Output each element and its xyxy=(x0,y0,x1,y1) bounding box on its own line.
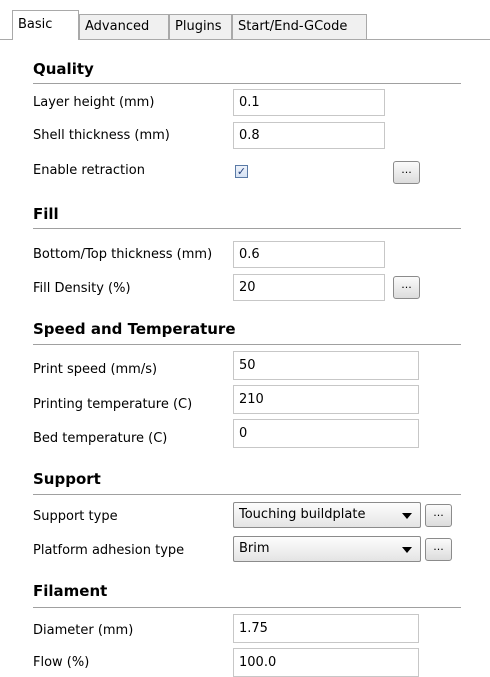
tab-bar: Basic Advanced Plugins Start/End-GCode xyxy=(0,0,490,40)
chevron-down-icon xyxy=(402,547,412,553)
fill-density-input[interactable] xyxy=(233,274,385,301)
section-title-speed-temperature: Speed and Temperature xyxy=(33,320,236,338)
shell-thickness-input[interactable] xyxy=(233,122,385,149)
tab-plugins[interactable]: Plugins xyxy=(169,14,232,39)
section-title-support: Support xyxy=(33,470,101,488)
tab-start-end-gcode[interactable]: Start/End-GCode xyxy=(232,14,367,39)
flow-label: Flow (%) xyxy=(33,655,90,670)
print-speed-label: Print speed (mm/s) xyxy=(33,362,158,377)
speed-divider xyxy=(33,344,461,345)
platform-adhesion-more-button[interactable]: ... xyxy=(425,538,452,561)
bottom-top-thickness-label: Bottom/Top thickness (mm) xyxy=(33,247,213,262)
layer-height-input[interactable] xyxy=(233,89,385,116)
filament-divider xyxy=(33,607,461,608)
enable-retraction-checkbox[interactable]: ✓ xyxy=(235,165,248,178)
print-speed-input[interactable] xyxy=(233,351,419,380)
support-type-value: Touching buildplate xyxy=(239,507,366,522)
retraction-more-button[interactable]: ... xyxy=(393,161,420,184)
quality-divider xyxy=(33,83,461,84)
section-title-filament: Filament xyxy=(33,582,108,600)
bed-temperature-label: Bed temperature (C) xyxy=(33,431,168,446)
diameter-input[interactable] xyxy=(233,614,419,643)
fill-density-label: Fill Density (%) xyxy=(33,281,131,296)
printing-temperature-input[interactable] xyxy=(233,385,419,414)
support-type-select[interactable]: Touching buildplate xyxy=(233,502,421,528)
chevron-down-icon xyxy=(402,513,412,519)
enable-retraction-label: Enable retraction xyxy=(33,163,145,178)
section-title-quality: Quality xyxy=(33,60,94,78)
support-type-more-button[interactable]: ... xyxy=(425,504,452,527)
platform-adhesion-value: Brim xyxy=(239,541,270,556)
fill-density-more-button[interactable]: ... xyxy=(393,276,420,299)
fill-divider xyxy=(33,228,461,229)
shell-thickness-label: Shell thickness (mm) xyxy=(33,128,170,143)
flow-input[interactable] xyxy=(233,648,419,677)
layer-height-label: Layer height (mm) xyxy=(33,95,155,110)
diameter-label: Diameter (mm) xyxy=(33,623,134,638)
printing-temperature-label: Printing temperature (C) xyxy=(33,397,193,412)
platform-adhesion-label: Platform adhesion type xyxy=(33,543,185,558)
bed-temperature-input[interactable] xyxy=(233,419,419,448)
tab-advanced[interactable]: Advanced xyxy=(79,14,169,39)
support-divider xyxy=(33,494,461,495)
support-type-label: Support type xyxy=(33,509,118,524)
section-title-fill: Fill xyxy=(33,205,59,223)
platform-adhesion-select[interactable]: Brim xyxy=(233,536,421,562)
bottom-top-thickness-input[interactable] xyxy=(233,241,385,268)
tab-basic[interactable]: Basic xyxy=(12,10,79,40)
